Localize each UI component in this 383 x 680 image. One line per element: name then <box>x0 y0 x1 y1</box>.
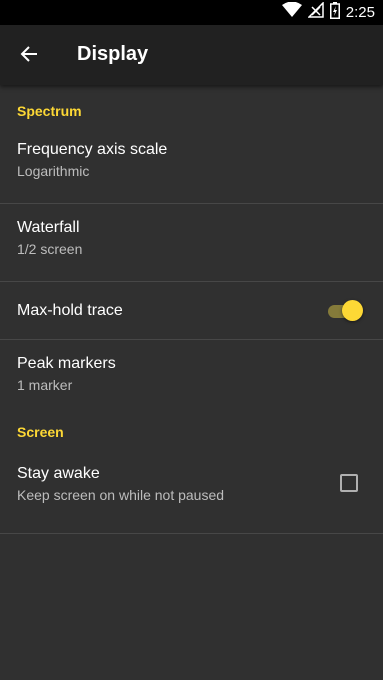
pref-summary: Logarithmic <box>17 163 90 179</box>
max-hold-toggle[interactable] <box>327 300 363 322</box>
status-time: 2:25 <box>345 4 375 21</box>
battery-icon <box>329 1 340 24</box>
section-header-spectrum: Spectrum <box>17 103 82 119</box>
pref-stay-awake[interactable]: Stay awake Keep screen on while not paus… <box>0 450 383 534</box>
back-button[interactable] <box>14 41 44 71</box>
arrow-back-icon <box>20 45 38 68</box>
app-bar: Display <box>0 25 383 85</box>
pref-frequency-axis-scale[interactable]: Frequency axis scale Logarithmic <box>0 126 383 204</box>
pref-title: Frequency axis scale <box>17 141 168 158</box>
pref-title: Max-hold trace <box>17 301 123 319</box>
pref-peak-markers[interactable]: Peak markers 1 marker <box>0 340 383 416</box>
section-header-screen: Screen <box>17 424 64 440</box>
pref-summary: 1/2 screen <box>17 241 83 257</box>
status-bar: 2:25 <box>0 0 383 25</box>
pref-waterfall[interactable]: Waterfall 1/2 screen <box>0 204 383 282</box>
pref-title: Peak markers <box>17 355 116 372</box>
pref-title: Stay awake <box>17 465 100 482</box>
pref-summary: 1 marker <box>17 377 73 393</box>
status-icons: 2:25 <box>281 0 375 25</box>
pref-summary: Keep screen on while not paused <box>17 487 225 503</box>
wifi-icon <box>281 1 302 23</box>
pref-title: Waterfall <box>17 219 80 236</box>
pref-max-hold-trace[interactable]: Max-hold trace <box>0 282 383 340</box>
toggle-thumb <box>342 300 363 321</box>
signal-icon <box>306 1 324 23</box>
settings-list: Spectrum Frequency axis scale Logarithmi… <box>0 86 383 534</box>
stay-awake-checkbox[interactable] <box>340 474 358 492</box>
page-title: Display <box>77 43 149 65</box>
